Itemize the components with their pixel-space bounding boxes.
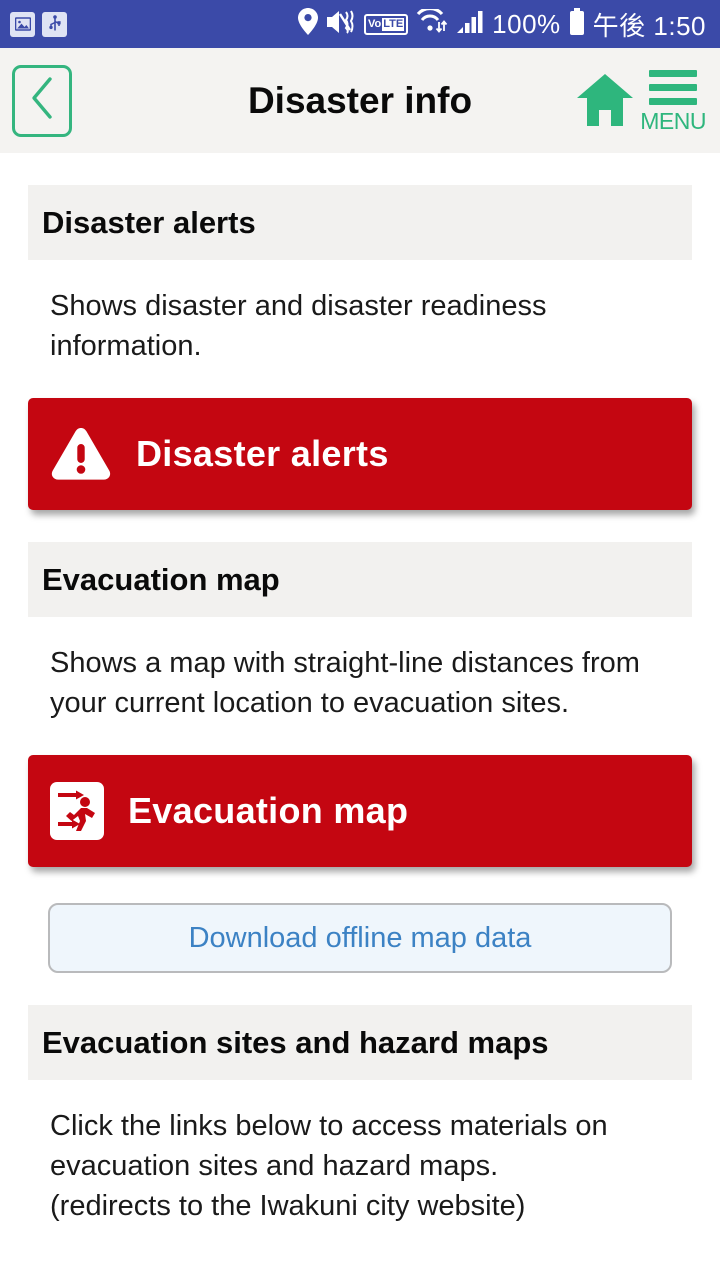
signal-bars-icon: [456, 9, 484, 40]
back-button[interactable]: [12, 64, 72, 137]
evacuation-map-button[interactable]: Evacuation map: [28, 755, 692, 868]
section-heading-evacuation-map: Evacuation map: [28, 542, 692, 618]
section-description-disaster-alerts: Shows disaster and disaster readiness in…: [50, 290, 547, 363]
volte-icon: Vo LTE: [363, 13, 409, 35]
evacuation-map-button-label: Evacuation map: [128, 790, 409, 832]
section-description-evacuation-map: Shows a map with straight-line distances…: [50, 647, 640, 720]
usb-icon: [42, 11, 67, 37]
menu-button[interactable]: MENU: [640, 66, 706, 135]
download-offline-map-button[interactable]: Download offline map data: [48, 903, 672, 974]
disaster-alerts-button-label: Disaster alerts: [136, 433, 389, 475]
app-header: Disaster info MENU: [0, 48, 720, 153]
disaster-alerts-button[interactable]: Disaster alerts: [28, 398, 692, 511]
home-icon: [576, 72, 634, 133]
wifi-icon: [416, 6, 448, 40]
evacuation-sites-description-line-2: (redirects to the Iwakuni city website): [50, 1190, 526, 1223]
download-offline-map-label: Download offline map data: [188, 921, 532, 954]
image-icon: [10, 11, 35, 37]
status-bar-left-icons: [10, 11, 67, 37]
page-content: Disaster alerts Shows disaster and disas…: [0, 185, 720, 1227]
volte-prefix: Vo: [367, 17, 382, 30]
warning-triangle-icon: [50, 425, 112, 483]
section-heading-disaster-alerts: Disaster alerts: [28, 185, 692, 260]
emergency-exit-running-person-icon: [50, 782, 104, 841]
section-description-evacuation-sites: Click the links below to access material…: [28, 1080, 692, 1226]
status-bar-right-icons: Vo LTE 100% 午後 1:50: [297, 6, 706, 43]
menu-label: MENU: [640, 108, 706, 134]
status-bar: Vo LTE 100% 午後 1:50: [0, 0, 720, 48]
volume-mute-vibrate-icon: [326, 9, 356, 40]
location-pin-icon: [297, 8, 318, 40]
clock-label: 午後 1:50: [592, 10, 706, 41]
evacuation-sites-description-line-1: Click the links below to access material…: [50, 1110, 608, 1183]
hamburger-icon: [649, 70, 698, 105]
section-heading-evacuation-sites: Evacuation sites and hazard maps: [28, 1005, 692, 1081]
battery-percent-label: 100%: [492, 8, 561, 39]
home-button[interactable]: [576, 66, 634, 133]
battery-icon: [569, 8, 585, 40]
chevron-left-icon: [29, 76, 55, 125]
header-actions: MENU: [576, 66, 706, 135]
volte-suffix: LTE: [382, 17, 405, 31]
